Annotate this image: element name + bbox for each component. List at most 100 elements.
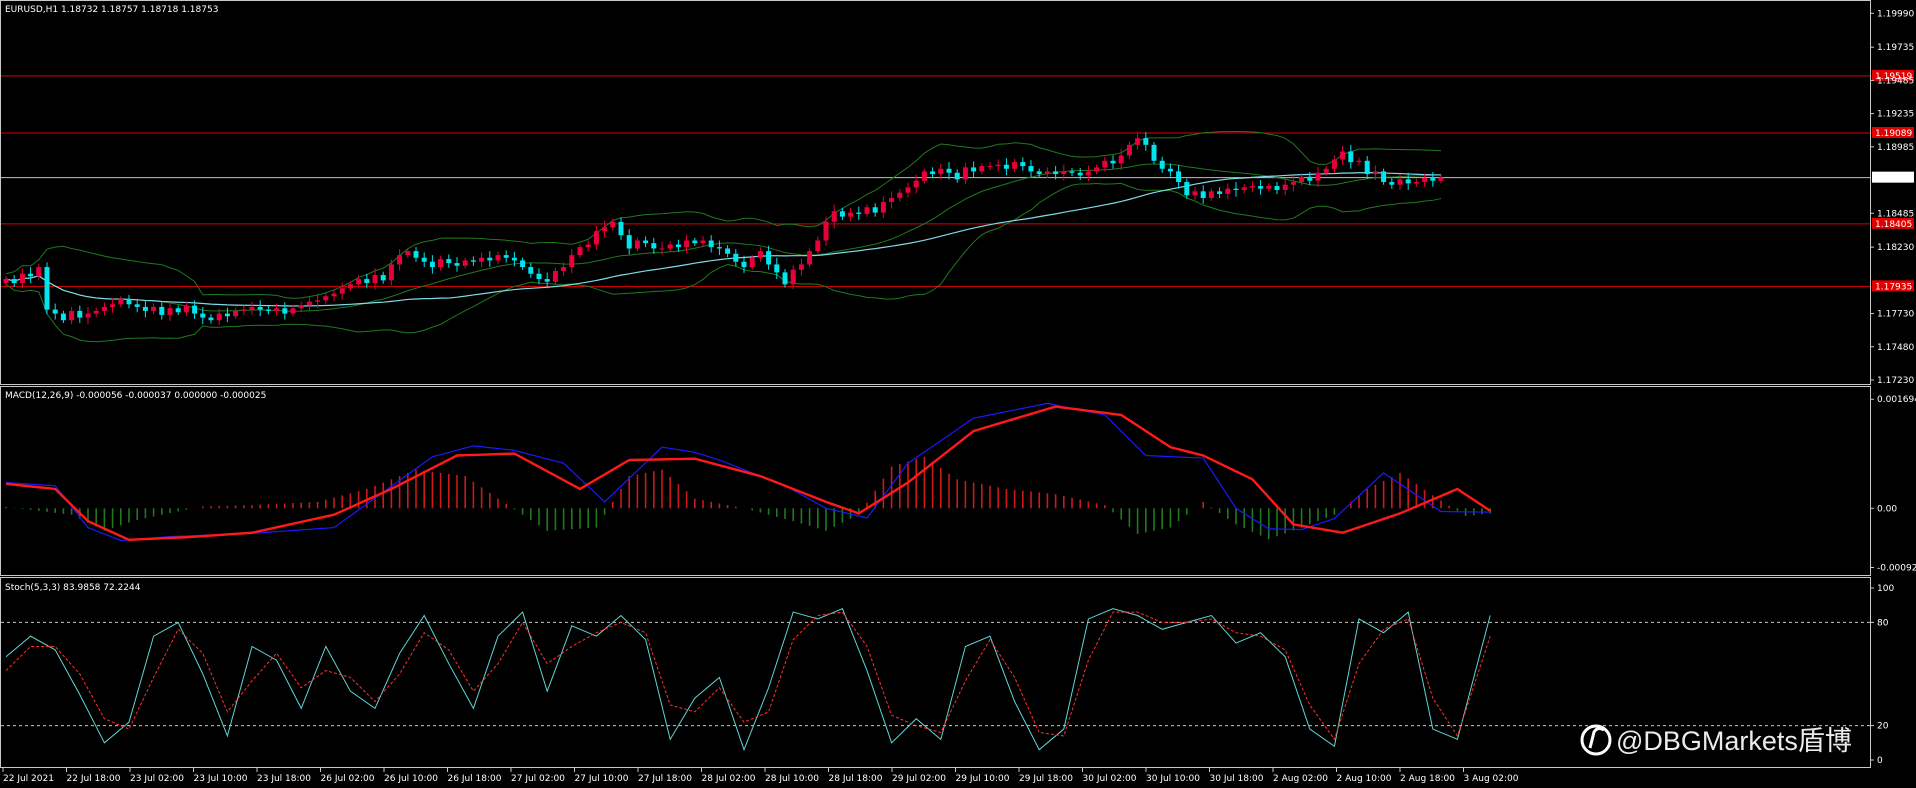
time-tick-label: 28 Jul 18:00: [829, 774, 883, 784]
candle-body: [241, 309, 247, 311]
time-tick-label: 29 Jul 10:00: [956, 774, 1010, 784]
price-tick-label: 1.17480: [1877, 343, 1914, 353]
candle-body: [1036, 171, 1042, 175]
time-tick-label: 26 Jul 18:00: [448, 774, 502, 784]
candle-body: [643, 240, 649, 244]
candle-body: [364, 279, 370, 284]
candle-body: [487, 257, 493, 261]
candle-body: [331, 293, 337, 297]
candle-body: [192, 305, 198, 314]
candle-body: [823, 221, 829, 241]
candle-body: [60, 313, 66, 321]
candle-body: [733, 253, 739, 262]
candle-body: [675, 244, 681, 248]
candle-body: [954, 172, 960, 180]
time-tick-label: 2 Aug 18:00: [1400, 774, 1455, 784]
candle-body: [716, 247, 722, 249]
candle-body: [741, 261, 747, 268]
candle-body: [134, 304, 140, 307]
candle-body: [1192, 191, 1198, 196]
price-pane-frame: [0, 0, 1871, 385]
candle-body: [216, 313, 222, 321]
candle-body: [1282, 184, 1288, 191]
candle-body: [372, 275, 378, 284]
symbol-header: EURUSD,H1 1.18732 1.18757 1.18718 1.1875…: [5, 5, 218, 15]
macd-tick-label: 0.001694: [1877, 395, 1916, 405]
candle-body: [520, 260, 526, 268]
candle-body: [569, 255, 575, 268]
chart-canvas[interactable]: 1.195191.190891.184051.179351.18753 1.19…: [0, 0, 1916, 788]
time-tick-label: 3 Aug 02:00: [1464, 774, 1519, 784]
price-candles: [3, 132, 1444, 325]
candle-body: [1397, 179, 1403, 185]
candle-body: [1233, 188, 1239, 191]
candle-body: [315, 300, 321, 302]
candle-body: [306, 301, 312, 306]
candle-body: [995, 164, 1001, 167]
candle-body: [1102, 160, 1108, 168]
candle-body: [700, 240, 706, 244]
candle-body: [446, 259, 452, 264]
candle-body: [11, 279, 17, 284]
stoch-signal-line: [5, 611, 1491, 741]
candle-body: [200, 313, 206, 318]
candle-body: [159, 306, 165, 315]
candle-body: [1085, 171, 1091, 176]
time-tick-label: 23 Jul 02:00: [130, 774, 184, 784]
candle-body: [626, 235, 632, 249]
candle-body: [1020, 162, 1026, 167]
candle-body: [1430, 178, 1436, 181]
candle-body: [1012, 162, 1018, 169]
stoch-tick-label: 100: [1877, 584, 1894, 594]
candle-body: [69, 310, 75, 321]
candle-body: [1274, 186, 1280, 191]
time-tick-label: 30 Jul 02:00: [1083, 774, 1137, 784]
candle-body: [380, 275, 386, 281]
price-tick-label: 1.19990: [1877, 9, 1914, 19]
candle-body: [1356, 160, 1362, 163]
bollinger-middle: [5, 163, 1442, 312]
candle-body: [1110, 160, 1116, 164]
candle-body: [323, 296, 329, 301]
macd-pane-frame: [0, 386, 1871, 576]
watermark: @DBGMarkets盾博: [1580, 724, 1852, 756]
price-tick-label: 1.17230: [1877, 376, 1914, 386]
brand-logo-icon: [1580, 724, 1612, 756]
candle-body: [1405, 179, 1411, 184]
candle-body: [397, 255, 403, 265]
macd-header: MACD(12,26,9) -0.000056 -0.000037 0.0000…: [5, 391, 266, 401]
candle-body: [708, 240, 714, 248]
macd-tick-label: 0.00: [1877, 504, 1897, 514]
candle-body: [782, 272, 788, 285]
time-tick-label: 29 Jul 02:00: [892, 774, 946, 784]
candle-body: [1135, 138, 1141, 145]
candle-body: [1266, 186, 1272, 189]
price-tick-label: 1.17730: [1877, 310, 1914, 320]
price-tick-label: 1.19735: [1877, 43, 1914, 53]
candle-body: [659, 248, 665, 250]
candle-body: [848, 212, 854, 217]
candle-body: [1241, 187, 1247, 191]
stoch-tick-label: 20: [1877, 722, 1889, 732]
price-tick-label: 1.19485: [1877, 76, 1914, 86]
candle-body: [1167, 168, 1173, 172]
time-tick-label: 27 Jul 10:00: [575, 774, 629, 784]
candle-body: [593, 231, 599, 245]
time-tick-label: 27 Jul 02:00: [511, 774, 565, 784]
candle-body: [93, 310, 99, 314]
candle-body: [3, 279, 9, 284]
time-tick-label: 30 Jul 10:00: [1146, 774, 1200, 784]
candle-body: [77, 310, 83, 318]
candle-body: [864, 207, 870, 214]
candle-body: [889, 197, 895, 202]
level-label: 1.19089: [1875, 129, 1912, 139]
candle-body: [618, 221, 624, 236]
candle-body: [36, 267, 42, 277]
candle-body: [585, 244, 591, 248]
stoch-pane-frame: [0, 577, 1871, 768]
price-tick-label: 1.18985: [1877, 143, 1914, 153]
stoch-header: Stoch(5,3,3) 83.9858 72.2244: [5, 583, 141, 593]
candle-body: [897, 192, 903, 198]
time-tick-label: 23 Jul 10:00: [194, 774, 248, 784]
candle-body: [1184, 182, 1190, 196]
